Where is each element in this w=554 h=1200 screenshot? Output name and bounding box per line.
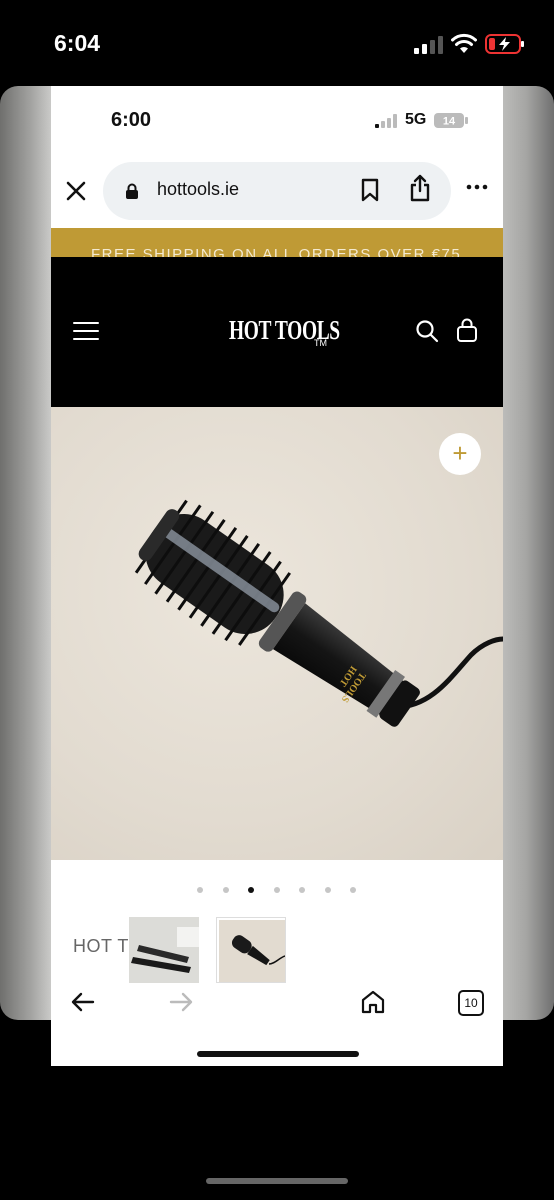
product-thumbnail-2[interactable]: [216, 917, 286, 983]
cellular-signal-icon: [414, 36, 443, 54]
browser-toolbar: hottools.ie: [51, 156, 503, 226]
lock-icon: [126, 183, 138, 199]
carousel-pagination[interactable]: [197, 886, 367, 896]
inner-cellular-signal-icon: [375, 114, 397, 128]
outer-home-indicator: [206, 1178, 348, 1184]
inner-home-indicator: [197, 1051, 359, 1057]
zoom-button[interactable]: +: [439, 433, 481, 475]
promo-banner-text: FREE SHIPPING ON ALL ORDERS OVER €75: [91, 246, 462, 257]
carousel-dot[interactable]: [222, 887, 229, 893]
hamburger-menu-icon[interactable]: [73, 321, 99, 341]
tabs-count: 10: [464, 996, 478, 1010]
inner-battery-level: 14: [443, 116, 456, 128]
promo-banner[interactable]: FREE SHIPPING ON ALL ORDERS OVER €75: [51, 228, 503, 257]
carousel-dot[interactable]: [273, 887, 280, 893]
product-image[interactable]: HOT TOOLS +: [51, 407, 503, 860]
carousel-dot[interactable]: [350, 887, 356, 893]
outer-status-time: 6:04: [54, 30, 101, 56]
inner-battery-icon: 14: [434, 113, 468, 128]
wifi-icon: [451, 33, 477, 53]
forward-arrow-icon[interactable]: [169, 992, 193, 1012]
plus-icon: +: [452, 438, 468, 468]
url-text[interactable]: hottools.ie: [157, 179, 239, 200]
carousel-dot[interactable]: [324, 887, 331, 893]
straightener-thumbnail-image: [129, 917, 199, 983]
product-title: HOT T: [73, 936, 129, 956]
brand-logo-tm: TM: [314, 338, 327, 348]
inner-screenshot: 6:00 5G 14 hottools.ie FREE SHIPPING ON …: [51, 86, 503, 1066]
address-bar[interactable]: hottools.ie: [103, 162, 451, 220]
tabs-button[interactable]: 10: [458, 990, 484, 1016]
inner-status-bar: 6:00 5G 14: [51, 86, 503, 156]
product-thumbnail-1[interactable]: [129, 917, 199, 983]
close-icon[interactable]: [65, 180, 87, 202]
hair-dryer-brush-photo: HOT TOOLS: [134, 499, 503, 727]
back-arrow-icon[interactable]: [71, 992, 95, 1012]
carousel-dot[interactable]: [197, 887, 203, 893]
inner-status-time: 6:00: [111, 109, 152, 131]
bookmark-icon[interactable]: [360, 178, 380, 202]
share-icon[interactable]: [409, 174, 431, 202]
browser-bottom-nav: 10: [51, 984, 503, 1024]
site-header: HOT TOOLS TM: [51, 257, 503, 407]
search-icon[interactable]: [415, 319, 439, 343]
home-icon[interactable]: [360, 989, 386, 1015]
battery-charging-icon: [485, 34, 524, 54]
dryer-brush-thumbnail-image: [219, 920, 285, 982]
carousel-dot[interactable]: [248, 887, 254, 893]
inner-network-type: 5G: [405, 111, 427, 128]
shopping-bag-icon[interactable]: [456, 318, 478, 343]
more-icon[interactable]: [465, 182, 489, 192]
carousel-dot[interactable]: [299, 887, 305, 893]
